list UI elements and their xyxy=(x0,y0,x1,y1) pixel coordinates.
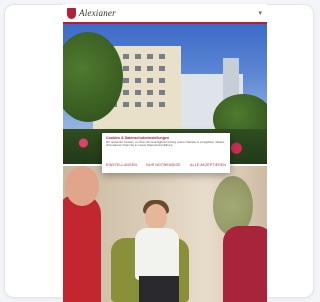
cookie-necessary-only-button[interactable]: Nur notwendige xyxy=(146,163,180,167)
cookie-dialog-buttons: Einstellungen Nur notwendige Alle akzept… xyxy=(106,163,226,167)
person-image xyxy=(139,276,179,302)
cookie-accept-all-button[interactable]: Alle akzeptieren xyxy=(190,163,226,167)
cookie-settings-button[interactable]: Einstellungen xyxy=(106,163,137,167)
person-image xyxy=(65,166,99,206)
person-image xyxy=(63,194,101,302)
person-image xyxy=(145,204,167,230)
chevron-down-icon[interactable]: ▾ xyxy=(258,9,262,17)
site-logo-text[interactable]: Alexianer xyxy=(79,8,116,18)
person-image xyxy=(135,228,179,280)
cookie-consent-dialog: Cookies & Datenschutzeinstellungen Wir v… xyxy=(102,133,230,173)
shield-icon[interactable] xyxy=(67,7,76,19)
site-header: Alexianer ▾ xyxy=(63,4,267,24)
counseling-photo xyxy=(63,166,267,302)
person-image xyxy=(223,226,267,302)
cookie-dialog-text: Wir verwenden Cookies, um Ihnen die best… xyxy=(106,141,225,148)
cookie-dialog-title: Cookies & Datenschutzeinstellungen xyxy=(106,136,170,140)
